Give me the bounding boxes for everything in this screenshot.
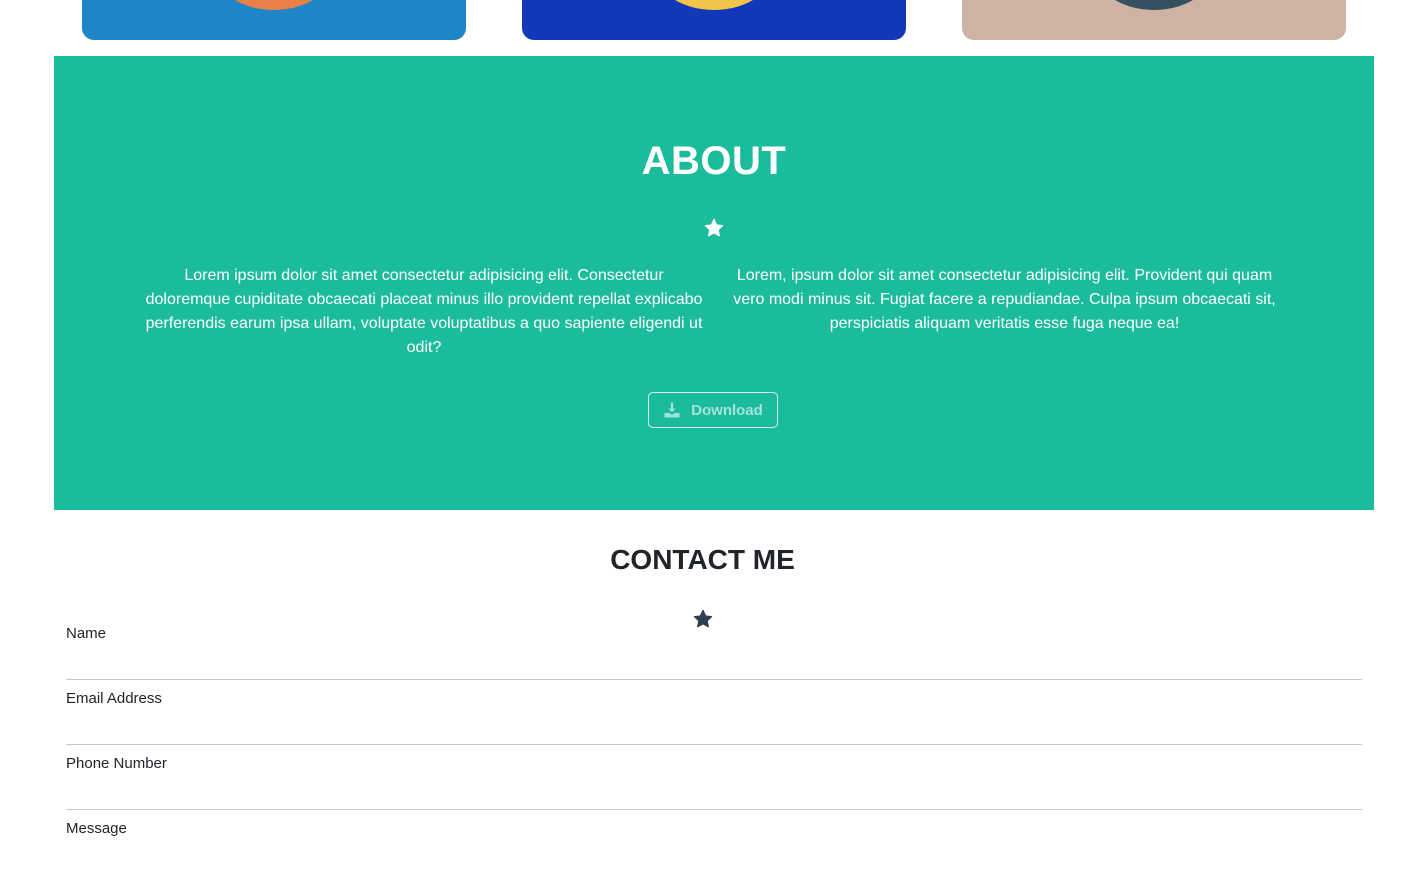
name-input[interactable]: [66, 647, 1362, 675]
portfolio-cards-row: [0, 0, 1405, 40]
message-field-group: Message: [66, 810, 1362, 869]
download-label: Download: [691, 401, 763, 419]
star-icon: [704, 218, 724, 237]
portfolio-image-1: [209, 0, 339, 10]
portfolio-card-1[interactable]: [82, 0, 466, 40]
download-icon: [664, 402, 680, 418]
email-input[interactable]: [66, 712, 1362, 740]
about-title: ABOUT: [641, 139, 787, 183]
phone-input[interactable]: [66, 777, 1362, 805]
download-button[interactable]: Download: [648, 392, 778, 428]
name-label: Name: [66, 625, 107, 642]
email-field-group: Email Address: [66, 680, 1362, 745]
phone-label: Phone Number: [66, 755, 167, 772]
phone-field-group: Phone Number: [66, 745, 1362, 810]
contact-title: CONTACT ME: [610, 544, 795, 575]
portfolio-card-3[interactable]: [962, 0, 1346, 40]
about-paragraph-right: Lorem, ipsum dolor sit amet consectetur …: [733, 267, 1276, 332]
email-label: Email Address: [66, 690, 162, 707]
name-field-group: Name: [66, 615, 1362, 680]
portfolio-image-3: [1089, 0, 1219, 10]
about-section: ABOUT Lorem ipsum dolor sit amet consect…: [54, 56, 1374, 510]
message-label: Message: [66, 820, 127, 837]
message-input[interactable]: [66, 842, 1362, 869]
page: ABOUT Lorem ipsum dolor sit amet consect…: [0, 0, 1405, 869]
portfolio-card-2[interactable]: [522, 0, 906, 40]
about-paragraph-left: Lorem ipsum dolor sit amet consectetur a…: [145, 267, 703, 356]
portfolio-image-2: [649, 0, 779, 10]
